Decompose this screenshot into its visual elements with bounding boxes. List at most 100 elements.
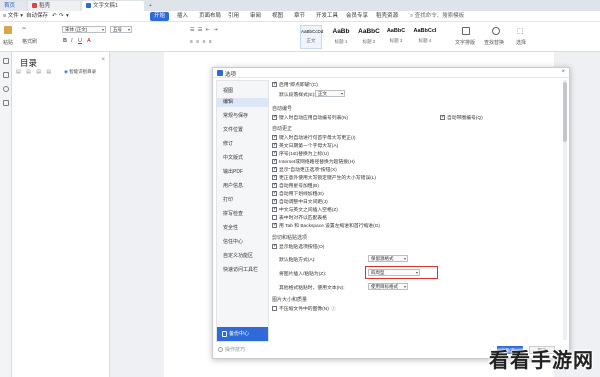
click-and-type-checkbox[interactable]: 启用"即点即输"(C) [272, 81, 318, 88]
circled-numbering-checkbox[interactable]: 自动带圈编号(Q) [440, 114, 483, 121]
tab-daoke[interactable]: 稻壳 [28, 1, 80, 11]
style-normal[interactable]: AaBbCcDd 正文 [300, 25, 323, 49]
nav-general-save[interactable]: 常规与保存 [223, 112, 248, 119]
paste-options-checkbox[interactable]: 显示粘贴选项按钮(O) [272, 243, 324, 250]
text-layout-icon[interactable] [462, 27, 470, 35]
autocorrect-label: 中文与英文之间插入空格(Z) [279, 208, 338, 213]
menu-page-layout[interactable]: 页面布局 [199, 12, 221, 21]
smart-toc-label: 智能识别目录 [69, 69, 97, 74]
nav-quick-access[interactable]: 快速访问工具栏 [223, 266, 258, 273]
nav-revision[interactable]: 修订 [223, 140, 233, 147]
search-icon[interactable] [3, 86, 9, 92]
autocorrect-item[interactable]: 更正意外使用大写锁定键产生的大小写错误(L) [272, 174, 376, 181]
autocorrect-item[interactable]: 用 Tab 和 Backspace 设置左缩进和首行缩进(G) [272, 222, 380, 229]
menu-view[interactable]: 视图 [272, 12, 283, 21]
checkbox-icon [272, 306, 277, 311]
find-replace-icon[interactable] [492, 27, 500, 35]
nav-edit[interactable]: 编辑 [217, 98, 268, 107]
undo-icon[interactable]: ↶ [52, 12, 57, 21]
tab-document[interactable]: 文字文稿1 + [82, 1, 152, 11]
nav-trust-center[interactable]: 信任中心 [223, 238, 243, 245]
autocorrect-item[interactable]: 中文与英文之间插入空格(Z) [272, 206, 338, 213]
tab-home[interactable]: 首页 [0, 1, 26, 11]
menu-references[interactable]: 引用 [228, 12, 239, 21]
smart-toc-button[interactable]: ◉ 智能识别目录 [64, 69, 96, 75]
default-paste-value: 保留源格式 [371, 256, 394, 261]
file-menu[interactable]: ≡ 文件 ▾ [3, 12, 23, 21]
font-name-select[interactable]: 宋体 (正文) ▾ [62, 26, 106, 33]
menu-section[interactable]: 章节 [294, 12, 305, 21]
font-size-select[interactable]: 五号 ▾ [110, 26, 132, 33]
style-heading-1[interactable]: AaBb 标题 1 [330, 25, 352, 49]
watermark-logo: 看看手游网 [489, 348, 594, 372]
text-layout-button[interactable]: 文字排版 [455, 39, 475, 46]
italic-icon[interactable]: I [71, 38, 73, 44]
close-icon[interactable]: × [561, 69, 565, 75]
nav-view[interactable]: 视图 [223, 87, 233, 94]
paste-button[interactable]: 粘贴 [3, 39, 13, 46]
menu-developer[interactable]: 开发工具 [316, 12, 338, 21]
style-heading-4[interactable]: AaBbCcI 标题 4 [410, 25, 440, 49]
autocorrect-item[interactable]: 自动用下划线加粗(E) [272, 190, 324, 197]
dialog-scrollbar[interactable] [563, 80, 567, 340]
underline-icon[interactable]: U [78, 38, 82, 44]
help-icon[interactable]: ⓘ [331, 307, 336, 312]
autocorrect-label: 用 Tab 和 Backspace 设置左缩进和首行缩进(G) [279, 224, 381, 229]
list-format-icons[interactable]: ☰ ☰ ⇤ ⇥ [190, 27, 219, 33]
checkbox-icon [272, 243, 277, 249]
default-paste-select[interactable]: 保留源格式 ▾ [368, 255, 408, 262]
tips-link[interactable]: 操作技巧 [218, 346, 245, 353]
format-painter-button[interactable]: 格式刷 [22, 38, 37, 45]
menu-member[interactable]: 会员专享 [346, 12, 368, 21]
nav-spell-check[interactable]: 拼写检查 [223, 210, 243, 217]
menu-bar: ≡ 文件 ▾ 自动保存 ↶ ↷ ▾ 开始 插入 页面布局 引用 审阅 视图 章节… [0, 11, 600, 22]
scrollbar-thumb[interactable] [563, 82, 567, 142]
nav-user-info[interactable]: 用户信息 [223, 182, 243, 189]
nav-print[interactable]: 打印 [223, 196, 233, 203]
autocorrect-item[interactable]: 表中时对齐以匹配表格 [272, 214, 327, 221]
select-icon[interactable]: ⬚ [517, 27, 524, 35]
toc-panel-icon[interactable] [3, 58, 9, 64]
autocorrect-item[interactable]: 显示"自动更正选项"按钮(X) [272, 166, 337, 173]
other-paste-select[interactable]: 使用目标格式 ▾ [368, 283, 408, 290]
nav-file-location[interactable]: 文件位置 [223, 126, 243, 133]
nav-custom-ribbon[interactable]: 自定义功能区 [223, 252, 253, 259]
font-color-icon[interactable]: A [87, 38, 91, 44]
redo-icon[interactable]: ↷ [59, 12, 64, 21]
autocorrect-item[interactable]: Internet或网络路径替换为超链接(H) [272, 158, 355, 165]
no-compress-checkbox[interactable]: 不压缩文件中的图像(N) ⓘ [272, 305, 336, 312]
paste-icon[interactable] [4, 26, 12, 34]
default-style-select[interactable]: 正文 ▾ [315, 90, 345, 97]
autocorrect-item[interactable]: 自动调整中日文间距(J) [272, 198, 328, 205]
toc-toolbar-icons[interactable]: ▤ ▤ ▤ ▤ [16, 69, 53, 75]
new-tab-icon[interactable]: + [149, 1, 152, 11]
bookmark-icon[interactable] [3, 100, 9, 106]
click-and-type-label: 启用"即点即输"(C) [279, 83, 318, 88]
close-icon[interactable]: × [101, 57, 105, 63]
command-search[interactable]: ⌕ 查找命令、搜索模板 [410, 12, 464, 21]
cut-icon[interactable]: ✂ [22, 26, 26, 32]
outline-icon[interactable] [3, 72, 9, 78]
autocorrect-item[interactable]: 序号(1st)替换为上标(U) [272, 150, 329, 157]
menu-start[interactable]: 开始 [150, 12, 170, 21]
style-heading-3[interactable]: AaBbC 标题 3 [384, 25, 408, 49]
find-replace-button[interactable]: 查找替换 [484, 39, 504, 46]
nav-output-pdf[interactable]: 输出PDF [223, 168, 243, 175]
font-name-value: 宋体 (正文) [65, 27, 88, 32]
quick-access-dropdown-icon[interactable]: ▾ [66, 12, 69, 21]
select-button[interactable]: 选择 [516, 39, 526, 46]
paragraph-align-icons[interactable]: ≡ ≡ ≡ ≡ [190, 39, 213, 45]
auto-numbering-checkbox[interactable]: 键入时自动应用自动编号列表(N) [272, 114, 348, 121]
nav-security[interactable]: 安全性 [223, 224, 238, 231]
autocorrect-item[interactable]: 自动用星号加粗(B) [272, 182, 319, 189]
bold-icon[interactable]: B [63, 38, 67, 44]
menu-insert[interactable]: 插入 [177, 12, 188, 21]
backup-center-button[interactable]: 备份中心 [217, 327, 268, 341]
autocorrect-item[interactable]: 键入时自动进行句首字母大写更正(I) [272, 134, 355, 141]
nav-chinese-layout[interactable]: 中文版式 [223, 154, 243, 161]
menu-review[interactable]: 审阅 [250, 12, 261, 21]
menu-daoke-resources[interactable]: 稻壳资源 [376, 12, 398, 21]
autocorrect-item[interactable]: 英文日期第一个字母大写(A) [272, 142, 338, 149]
style-heading-2[interactable]: AaBbC 标题 2 [356, 25, 382, 49]
autosave-toggle[interactable]: 自动保存 [26, 12, 48, 21]
